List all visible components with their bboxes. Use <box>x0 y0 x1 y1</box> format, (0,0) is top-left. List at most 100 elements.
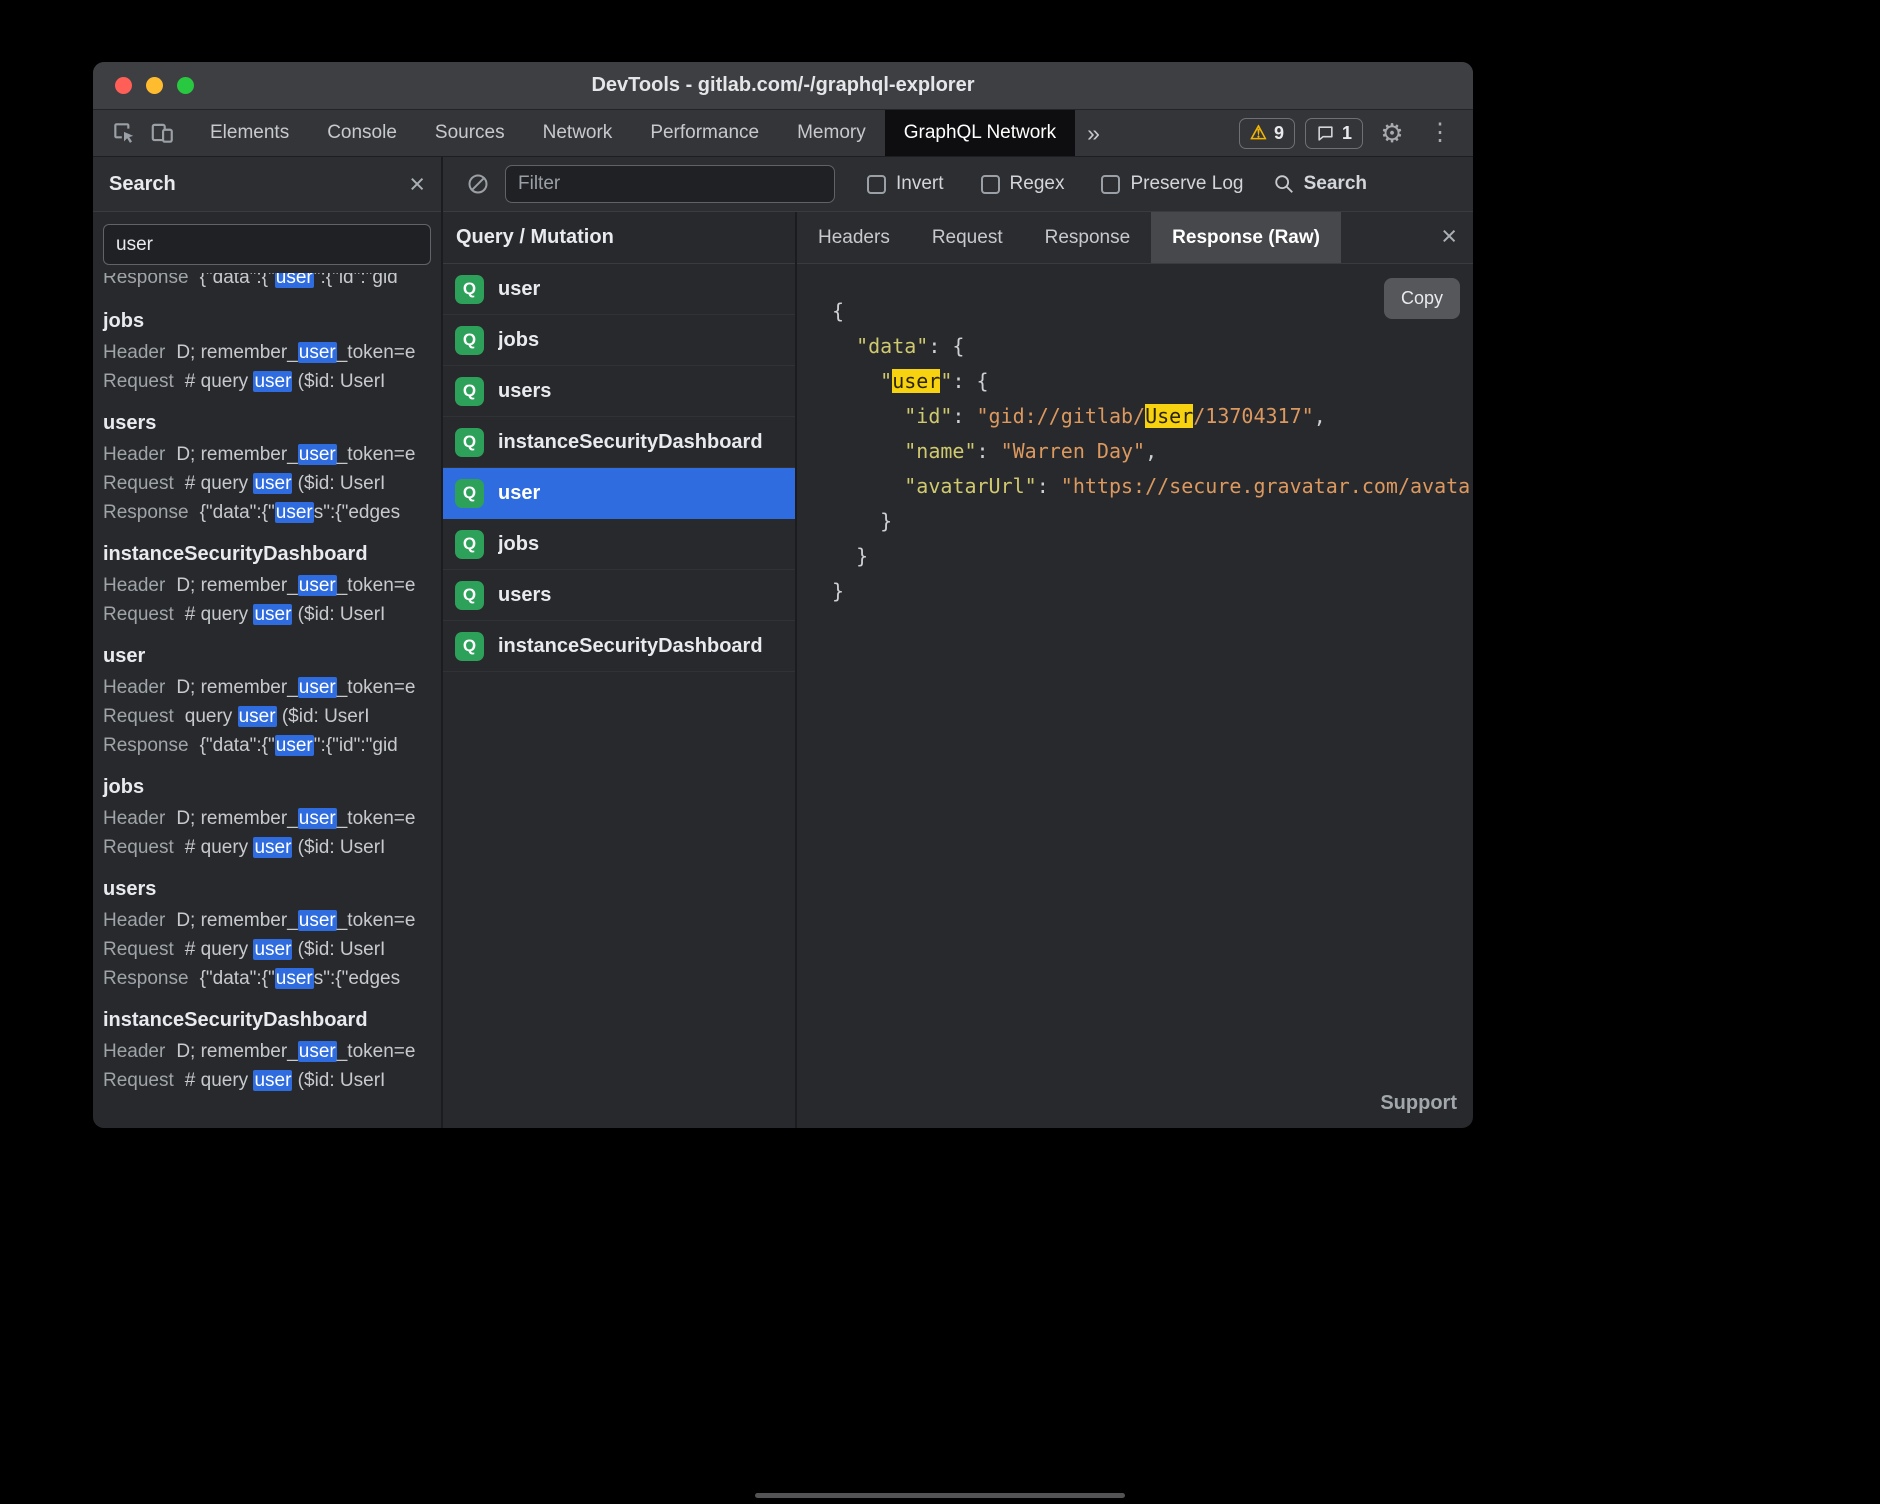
search-input[interactable] <box>103 224 431 265</box>
support-link[interactable]: Support <box>1380 1092 1457 1115</box>
search-match-highlight: user <box>253 1070 292 1091</box>
search-result-line[interactable]: Response{"data":{"user":{"id":"gid <box>103 273 431 292</box>
search-result-request-name[interactable]: instanceSecurityDashboard <box>103 1005 431 1035</box>
search-match-highlight: user <box>298 575 337 596</box>
search-result-line[interactable]: HeaderD; remember_user_token=e <box>103 338 431 367</box>
tab-headers[interactable]: Headers <box>797 212 911 263</box>
issues-badge[interactable]: 1 <box>1305 118 1363 149</box>
search-match-highlight: user <box>298 444 337 465</box>
search-result-line[interactable]: Request# query user ($id: UserI <box>103 469 431 498</box>
tab-network[interactable]: Network <box>524 110 632 156</box>
search-result-request-name[interactable]: users <box>103 408 431 438</box>
minimize-button[interactable] <box>146 77 163 94</box>
query-list-item[interactable]: QinstanceSecurityDashboard <box>443 417 795 468</box>
tab-memory[interactable]: Memory <box>778 110 885 156</box>
search-result-line[interactable]: Request# query user ($id: UserI <box>103 833 431 862</box>
tab-response[interactable]: Response <box>1024 212 1152 263</box>
checkbox-preserve-log[interactable]: Preserve Log <box>1101 173 1243 195</box>
search-result-request-name[interactable]: user <box>103 641 431 671</box>
devtools-tab-label: Network <box>543 122 613 144</box>
clear-requests-button[interactable] <box>459 165 497 203</box>
devtools-tab-label: Console <box>327 122 397 144</box>
tab-elements[interactable]: Elements <box>191 110 308 156</box>
message-bubble-icon <box>1316 124 1335 143</box>
search-result-line[interactable]: Request# query user ($id: UserI <box>103 600 431 629</box>
search-result-line[interactable]: HeaderD; remember_user_token=e <box>103 571 431 600</box>
code-token: : <box>1037 474 1061 498</box>
search-result-line[interactable]: Request# query user ($id: UserI <box>103 1066 431 1095</box>
search-result-group: jobsHeaderD; remember_user_token=eReques… <box>103 306 431 396</box>
checkbox-invert[interactable]: Invert <box>867 173 944 195</box>
tab-graphql-network[interactable]: GraphQL Network <box>885 110 1075 156</box>
more-tabs-button[interactable]: » <box>1075 120 1112 147</box>
search-result-line[interactable]: HeaderD; remember_user_token=e <box>103 673 431 702</box>
query-list-item[interactable]: Quser <box>443 264 795 315</box>
search-result-line[interactable]: HeaderD; remember_user_token=e <box>103 1037 431 1066</box>
code-token: } <box>832 544 868 568</box>
response-tab-label: Response <box>1045 227 1131 249</box>
tab-console[interactable]: Console <box>308 110 416 156</box>
warnings-badge[interactable]: ⚠ 9 <box>1239 118 1295 149</box>
tab-sources[interactable]: Sources <box>416 110 524 156</box>
query-list-item[interactable]: Qusers <box>443 570 795 621</box>
search-result-request-name[interactable]: jobs <box>103 772 431 802</box>
code-token: : <box>952 404 976 428</box>
search-result-line[interactable]: Response{"data":{"users":{"edges <box>103 964 431 993</box>
kebab-menu-icon: ⋮ <box>1428 121 1452 145</box>
copy-button[interactable]: Copy <box>1384 278 1460 319</box>
result-text: # query <box>185 604 254 625</box>
query-type-badge: Q <box>455 275 484 304</box>
search-result-line[interactable]: Response{"data":{"user":{"id":"gid <box>103 731 431 760</box>
query-list-item[interactable]: QinstanceSecurityDashboard <box>443 621 795 672</box>
inspect-element-button[interactable] <box>105 114 143 152</box>
devtools-tab-label: Memory <box>797 122 866 144</box>
response-tabs: HeadersRequest Response Response (Raw) <box>797 212 1473 264</box>
code-token <box>832 369 880 393</box>
query-name: users <box>498 380 551 403</box>
search-result-request-name[interactable]: users <box>103 874 431 904</box>
inspect-cursor-icon <box>111 120 137 146</box>
query-list-item[interactable]: Qjobs <box>443 315 795 366</box>
search-result-line[interactable]: Requestquery user ($id: UserI <box>103 702 431 731</box>
devtools-tab-label: Sources <box>435 122 505 144</box>
code-token <box>832 439 904 463</box>
raw-response-code: { "data": { "user": { "id": "gid://gitla… <box>832 294 1473 609</box>
tab-performance[interactable]: Performance <box>631 110 778 156</box>
search-result-line[interactable]: HeaderD; remember_user_token=e <box>103 906 431 935</box>
gear-icon: ⚙ <box>1380 120 1403 146</box>
device-toolbar-button[interactable] <box>143 114 181 152</box>
settings-button[interactable]: ⚙ <box>1373 114 1411 152</box>
search-result-request-name[interactable]: jobs <box>103 306 431 336</box>
result-text: _token=e <box>337 677 416 698</box>
checkbox-regex[interactable]: Regex <box>981 173 1065 195</box>
query-list-item[interactable]: Qjobs <box>443 519 795 570</box>
close-search-button[interactable]: × <box>409 171 425 198</box>
result-text: ($id: UserI <box>292 939 385 960</box>
query-list-item[interactable]: Quser <box>443 468 795 519</box>
query-list-panel: Query / Mutation QuserQjobsQusersQinstan… <box>443 212 797 1128</box>
result-text: ($id: UserI <box>277 706 370 727</box>
search-result-line[interactable]: Request# query user ($id: UserI <box>103 935 431 964</box>
close-details-button[interactable]: × <box>1441 223 1457 250</box>
search-match-highlight: user <box>253 371 292 392</box>
search-result-line[interactable]: HeaderD; remember_user_token=e <box>103 804 431 833</box>
result-line-label: Request <box>103 837 174 858</box>
search-result-request-name[interactable]: instanceSecurityDashboard <box>103 539 431 569</box>
query-list: QuserQjobsQusersQinstanceSecurityDashboa… <box>443 264 795 1128</box>
search-result-line[interactable]: Response{"data":{"users":{"edges <box>103 498 431 527</box>
search-toggle-button[interactable]: Search <box>1273 173 1367 195</box>
result-text: ($id: UserI <box>292 1070 385 1091</box>
search-result-line[interactable]: Request# query user ($id: UserI <box>103 367 431 396</box>
result-text: ":{"id":"gid <box>314 735 398 756</box>
zoom-button[interactable] <box>177 77 194 94</box>
result-text: s":{"edges <box>314 968 400 989</box>
result-text: _token=e <box>337 342 416 363</box>
menu-button[interactable]: ⋮ <box>1421 114 1459 152</box>
close-button[interactable] <box>115 77 132 94</box>
filter-input[interactable] <box>505 165 835 203</box>
tab-request[interactable]: Request <box>911 212 1024 263</box>
query-list-item[interactable]: Qusers <box>443 366 795 417</box>
search-result-line[interactable]: HeaderD; remember_user_token=e <box>103 440 431 469</box>
result-text: ($id: UserI <box>292 837 385 858</box>
tab-response-raw[interactable]: Response (Raw) <box>1151 212 1341 263</box>
